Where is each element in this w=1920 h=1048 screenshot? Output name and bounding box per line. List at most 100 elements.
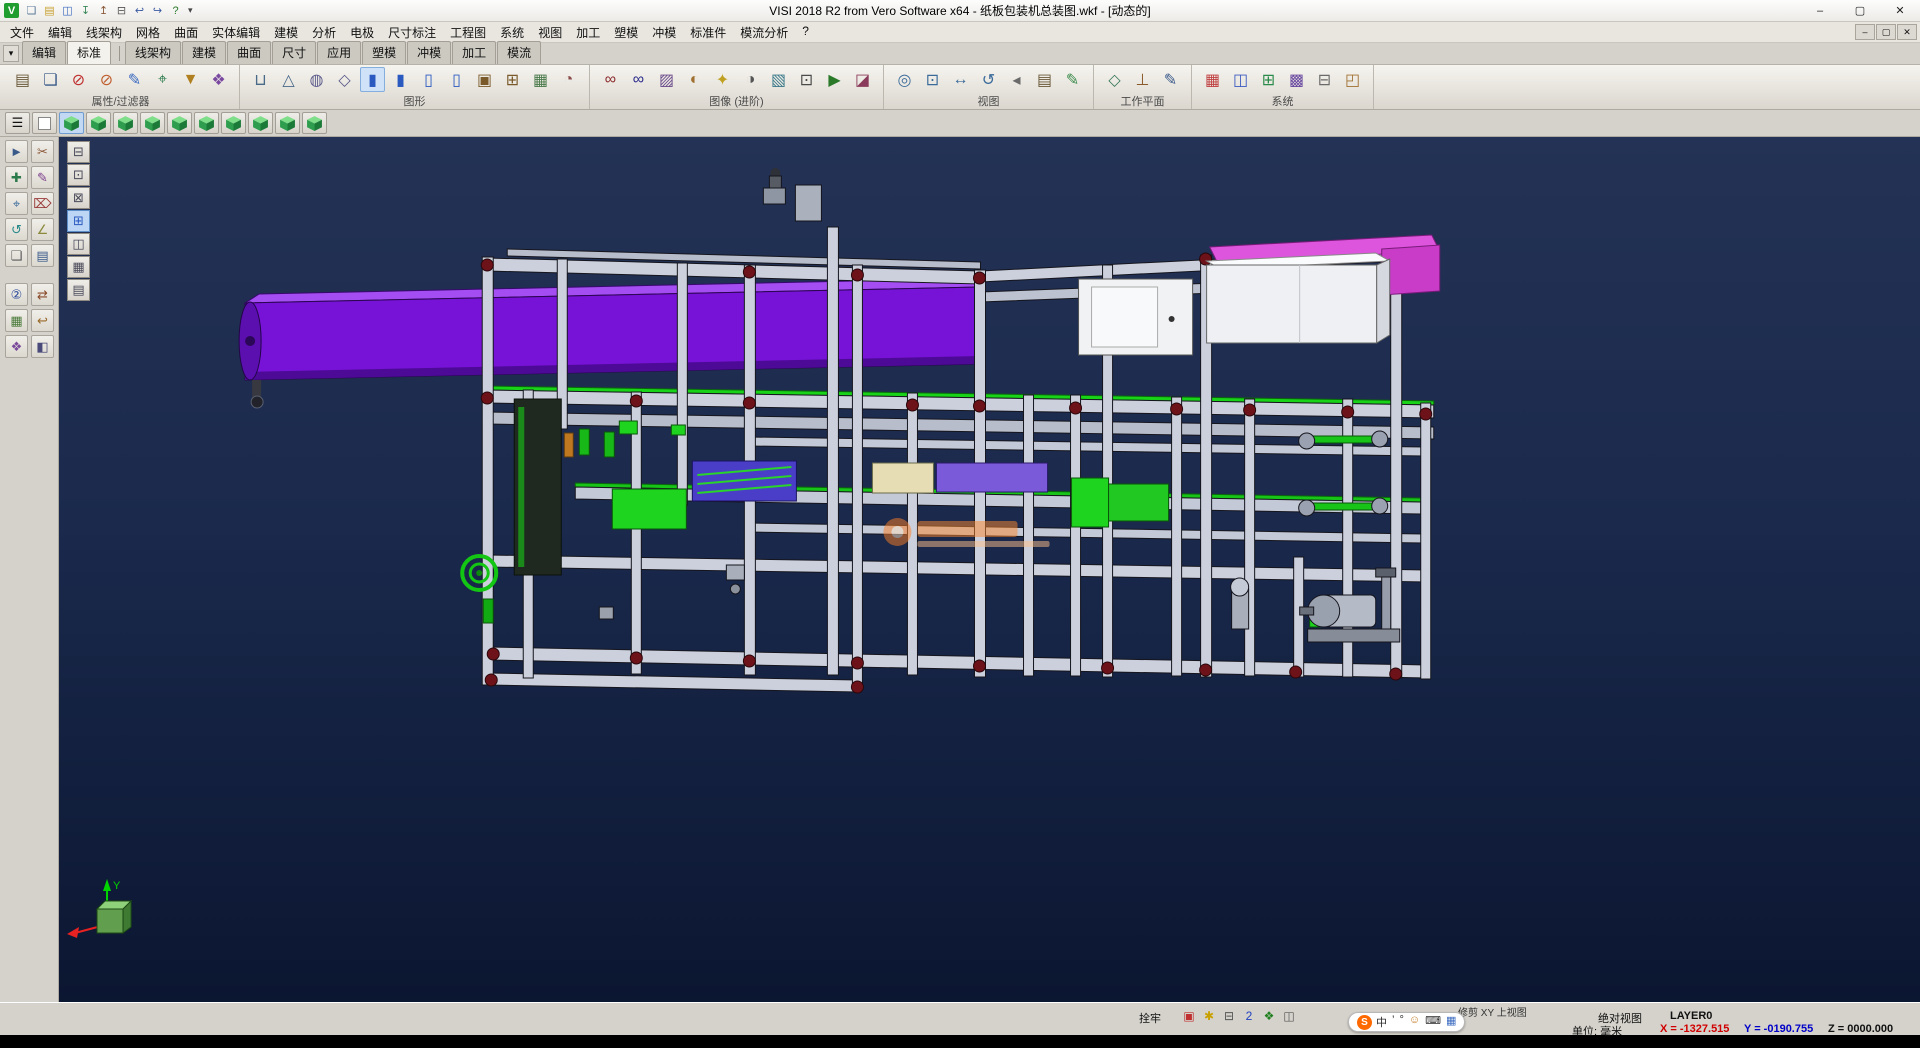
- background-icon[interactable]: ▧: [766, 67, 791, 92]
- grid-icon[interactable]: ▦: [5, 309, 28, 332]
- menu-item[interactable]: 视图: [531, 22, 569, 43]
- qat-dropdown-icon[interactable]: ▾: [188, 5, 193, 16]
- settings-grid-icon[interactable]: ⊞: [1256, 67, 1281, 92]
- tab[interactable]: 建模: [182, 41, 226, 64]
- menu-item[interactable]: 标准件: [683, 22, 733, 43]
- menu-item[interactable]: 系统: [493, 22, 531, 43]
- redo-icon[interactable]: ↪: [149, 2, 166, 19]
- menu-item[interactable]: 网格: [129, 22, 167, 43]
- sketch-icon[interactable]: ✎: [31, 166, 54, 189]
- menu-item[interactable]: 塑模: [607, 22, 645, 43]
- filter-surfaces-icon[interactable]: ◫: [67, 233, 90, 255]
- filter-points-icon[interactable]: ⊡: [67, 164, 90, 186]
- print-status-icon[interactable]: ⊟: [1220, 1008, 1238, 1024]
- view-cube-button[interactable]: [221, 112, 246, 134]
- display-icon[interactable]: ◫: [1228, 67, 1253, 92]
- ime-fullwidth[interactable]: °: [1399, 1014, 1403, 1030]
- pan-icon[interactable]: ↔: [948, 67, 973, 92]
- stereo-glasses-icon[interactable]: ∞: [598, 67, 623, 92]
- mdi-maximize-button[interactable]: ▢: [1876, 24, 1896, 40]
- color-filter-icon[interactable]: ❖: [206, 67, 231, 92]
- filter-off-icon[interactable]: ⊘: [66, 67, 91, 92]
- select-icon[interactable]: ►: [5, 140, 28, 163]
- ime-lang-mode[interactable]: 中: [1376, 1014, 1387, 1030]
- snapshot-icon[interactable]: ⊡: [794, 67, 819, 92]
- pick-filter-icon[interactable]: ⌖: [150, 67, 175, 92]
- undo-icon[interactable]: ↩: [131, 2, 148, 19]
- copy-icon[interactable]: ❏: [5, 244, 28, 267]
- filter-solids-icon[interactable]: ⊞: [67, 210, 90, 232]
- texture-icon[interactable]: ▨: [654, 67, 679, 92]
- rotate-view-icon[interactable]: ↺: [976, 67, 1001, 92]
- cylinder-icon[interactable]: ⊔: [248, 67, 273, 92]
- view-cube-button[interactable]: [140, 112, 165, 134]
- minimize-button[interactable]: –: [1800, 0, 1840, 21]
- dim-2d-icon[interactable]: ②: [5, 283, 28, 306]
- background-color-button[interactable]: [32, 112, 57, 134]
- trim-icon[interactable]: ✂: [31, 140, 54, 163]
- ime-emoji[interactable]: ☺: [1409, 1014, 1420, 1030]
- menu-item[interactable]: 线架构: [79, 22, 129, 43]
- grid-status-icon[interactable]: ◫: [1280, 1008, 1298, 1024]
- save-icon[interactable]: ◫: [59, 2, 76, 19]
- tab[interactable]: 冲模: [407, 41, 451, 64]
- view-cube-button[interactable]: [86, 112, 111, 134]
- menu-item[interactable]: 尺寸标注: [381, 22, 443, 43]
- menu-item[interactable]: ?: [795, 22, 816, 43]
- mdi-close-button[interactable]: ✕: [1897, 24, 1917, 40]
- view-cube-iso-button[interactable]: [59, 112, 84, 134]
- render-mode-icon[interactable]: ▮: [360, 67, 385, 92]
- view-cube-button[interactable]: [113, 112, 138, 134]
- workplane-edit-icon[interactable]: ✎: [1158, 67, 1183, 92]
- properties-icon[interactable]: ❏: [38, 67, 63, 92]
- section-view-icon[interactable]: ◪: [850, 67, 875, 92]
- alert-icon[interactable]: ✱: [1200, 1008, 1218, 1024]
- layers-panel-icon[interactable]: ▤: [31, 244, 54, 267]
- pin-toggle[interactable]: 拴牢: [1139, 1010, 1161, 1026]
- wireframe-icon[interactable]: ◇: [332, 67, 357, 92]
- view-cube-button[interactable]: [302, 112, 327, 134]
- measure-icon[interactable]: ∠: [31, 218, 54, 241]
- color-palette-icon[interactable]: ▦: [1200, 67, 1225, 92]
- menu-item[interactable]: 分析: [305, 22, 343, 43]
- filter-curves-icon[interactable]: ⊠: [67, 187, 90, 209]
- tab[interactable]: 塑模: [362, 41, 406, 64]
- ime-keyboard[interactable]: ⌨: [1425, 1014, 1441, 1030]
- tab[interactable]: 应用: [317, 41, 361, 64]
- snap-grid-icon[interactable]: ▩: [1284, 67, 1309, 92]
- light-icon[interactable]: ✦: [710, 67, 735, 92]
- tab[interactable]: 尺寸: [272, 41, 316, 64]
- menu-item[interactable]: 电极: [343, 22, 381, 43]
- previous-view-icon[interactable]: ◂: [1004, 67, 1029, 92]
- workspace-icon[interactable]: ◰: [1340, 67, 1365, 92]
- layer-edit-icon[interactable]: ▤: [1032, 67, 1057, 92]
- ime-toolbox[interactable]: ▦: [1446, 1014, 1456, 1030]
- tab[interactable]: 曲面: [227, 41, 271, 64]
- edit-attributes-icon[interactable]: ✎: [122, 67, 147, 92]
- view-cube-button[interactable]: [167, 112, 192, 134]
- viewport-3d[interactable]: ⊟⊡⊠⊞◫▦▤: [59, 137, 1920, 1002]
- filter-meshes-icon[interactable]: ▦: [67, 256, 90, 278]
- snap-icon[interactable]: ⌖: [5, 192, 28, 215]
- rotate-icon[interactable]: ↺: [5, 218, 28, 241]
- render-mode3-icon[interactable]: ▯: [416, 67, 441, 92]
- shadow-icon[interactable]: ◑: [738, 67, 763, 92]
- undo-history-icon[interactable]: ↩: [31, 309, 54, 332]
- filter-element-icon[interactable]: ⊘: [94, 67, 119, 92]
- redraw-icon[interactable]: ✎: [1060, 67, 1085, 92]
- import-icon[interactable]: ↧: [77, 2, 94, 19]
- export-icon[interactable]: ↥: [95, 2, 112, 19]
- count-badge[interactable]: 2: [1240, 1008, 1258, 1024]
- active-layer-indicator[interactable]: LAYER0: [1670, 1010, 1712, 1022]
- zoom-all-icon[interactable]: ◎: [892, 67, 917, 92]
- move-icon[interactable]: ✚: [5, 166, 28, 189]
- palette-icon[interactable]: ❖: [5, 335, 28, 358]
- render-mode4-icon[interactable]: ▯: [444, 67, 469, 92]
- history-icon[interactable]: ◔: [556, 67, 581, 92]
- tab-dropdown-icon[interactable]: ▾: [3, 45, 19, 62]
- filter-all-icon[interactable]: ⊟: [67, 141, 90, 163]
- box-icon[interactable]: ▣: [472, 67, 497, 92]
- render-mode2-icon[interactable]: ▮: [388, 67, 413, 92]
- zoom-window-icon[interactable]: ⊡: [920, 67, 945, 92]
- new-doc-icon[interactable]: ❏: [23, 2, 40, 19]
